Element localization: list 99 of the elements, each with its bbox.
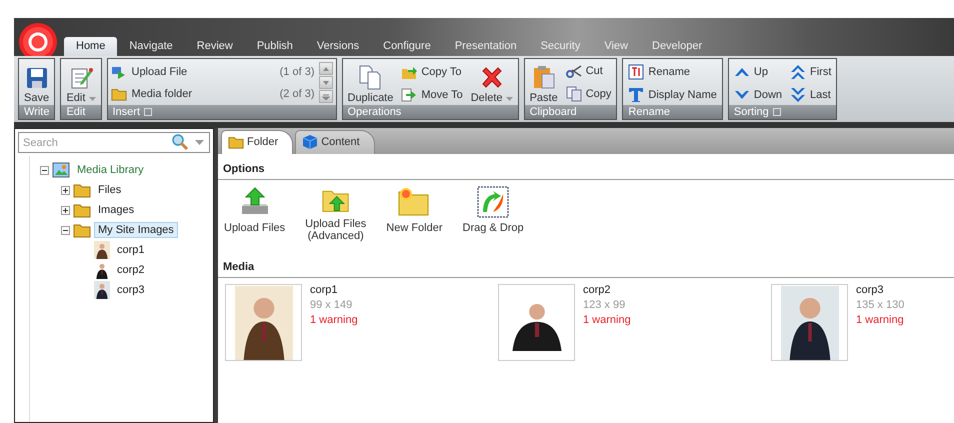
ribbon-tab[interactable]: Review (184, 37, 245, 56)
section-heading: Options (218, 154, 954, 180)
media-dimensions: 123 x 99 (583, 299, 626, 311)
ribbon-button[interactable]: Paste (528, 61, 560, 105)
tree-item[interactable]: Files (94, 182, 126, 198)
move-to-icon (401, 88, 418, 102)
ribbon-button[interactable]: Move To (399, 88, 465, 102)
item-count: (2 of 3) (280, 88, 314, 100)
ribbon-tab[interactable]: Home (64, 37, 118, 56)
media-name: corp3 (856, 284, 885, 296)
more-button[interactable] (318, 90, 332, 103)
tree-item[interactable]: My Site Images (94, 222, 178, 238)
item-label: Upload File (132, 66, 188, 78)
media-name: corp2 (583, 284, 612, 296)
ribbon-tab[interactable]: Versions (304, 37, 372, 56)
warning-text: 1 warning (856, 314, 904, 326)
group-label: Edit (66, 106, 86, 118)
ribbon-button[interactable]: First (788, 64, 834, 80)
section-heading: Media (218, 252, 954, 278)
folder-icon (228, 134, 244, 150)
ribbon-button[interactable]: Display Name (626, 86, 719, 102)
thumbnail[interactable] (225, 284, 302, 361)
ribbon-button[interactable]: Copy (564, 86, 614, 102)
double-up-arrow-icon (790, 64, 806, 80)
option-button[interactable]: Upload Files (Advanced) (305, 186, 366, 242)
ribbon-tab[interactable]: Publish (244, 37, 305, 56)
warning-text: 1 warning (310, 314, 358, 326)
thumbnail[interactable] (498, 284, 575, 361)
down-arrow-icon (734, 88, 750, 100)
scroll-up-button[interactable] (318, 62, 332, 75)
collapse-icon[interactable] (61, 226, 70, 234)
scissors-icon (566, 64, 582, 78)
delete-icon (480, 66, 504, 90)
caret-icon (195, 140, 204, 145)
option-button[interactable]: New Folder (386, 186, 443, 242)
letter-t-icon (628, 86, 644, 102)
scroll-down-button[interactable] (318, 76, 332, 89)
collapse-icon[interactable] (40, 166, 49, 174)
group-label: Sorting (734, 106, 769, 118)
new-folder-icon (397, 186, 432, 218)
ribbon-tab[interactable]: Presentation (442, 37, 529, 56)
ribbon-button[interactable]: Delete (468, 61, 515, 105)
cube-icon (302, 134, 318, 150)
search-icon (172, 134, 188, 150)
paste-icon (532, 64, 556, 90)
copy-icon (566, 86, 582, 102)
group-label: Operations (348, 106, 402, 118)
ribbon-tab[interactable]: Navigate (117, 37, 185, 56)
expand-icon[interactable] (61, 206, 70, 214)
option-button[interactable]: Drag & Drop (462, 186, 524, 242)
scroll-down-icon (322, 80, 330, 86)
content-tab[interactable]: Content (295, 130, 375, 154)
tree-item[interactable]: Images (94, 202, 138, 218)
gallery-item[interactable]: Media folder (2 of 3) (110, 86, 314, 102)
tree-item[interactable]: corp2 (113, 262, 149, 278)
gallery-item[interactable]: Upload File (1 of 3) (110, 64, 314, 78)
group-label: Insert (112, 106, 140, 118)
upload-icon (110, 64, 126, 78)
double-down-arrow-icon (790, 86, 806, 102)
image-library-icon (52, 162, 70, 178)
dialog-launcher-icon[interactable] (772, 108, 781, 116)
ribbon-tab[interactable]: Configure (371, 37, 443, 56)
copy-to-icon (401, 64, 418, 78)
content-tab[interactable]: Folder (221, 130, 294, 154)
ribbon-button[interactable]: Duplicate (346, 61, 396, 105)
item-label: Media folder (132, 88, 192, 100)
group-label: Write (24, 106, 50, 118)
tree-item[interactable]: corp3 (113, 282, 149, 298)
duplicate-icon (357, 64, 384, 90)
up-arrow-icon (734, 66, 750, 78)
ribbon-button[interactable]: Up (732, 66, 784, 78)
notepad-pencil-icon (68, 66, 93, 90)
dialog-launcher-icon[interactable] (144, 108, 152, 116)
ribbon-button[interactable]: Save (22, 61, 52, 105)
rename-icon (628, 64, 644, 80)
scroll-up-icon (322, 66, 330, 72)
ribbon-button[interactable]: Rename (626, 64, 719, 80)
group-label: Clipboard (530, 106, 577, 118)
thumbnail[interactable] (771, 284, 848, 361)
media-dimensions: 99 x 149 (310, 299, 354, 311)
ribbon-tab[interactable]: Developer (640, 37, 714, 56)
search-field[interactable]: Search (18, 132, 210, 153)
item-count: (1 of 3) (280, 66, 314, 78)
ribbon-button[interactable]: Down (732, 88, 784, 100)
tree-item[interactable]: corp1 (113, 242, 149, 258)
ribbon-button[interactable]: Edit (64, 61, 98, 105)
more-icon (322, 94, 330, 100)
warning-text: 1 warning (583, 314, 631, 326)
ribbon-button[interactable]: Copy To (399, 64, 465, 78)
drag-drop-icon (477, 186, 510, 218)
option-button[interactable]: Upload Files (224, 186, 286, 242)
media-name: corp1 (310, 284, 339, 296)
ribbon-button[interactable]: Cut (564, 64, 614, 78)
group-label: Rename (628, 106, 670, 118)
media-dimensions: 135 x 130 (856, 299, 904, 311)
expand-icon[interactable] (61, 186, 70, 194)
tree-item[interactable]: Media Library (73, 162, 148, 178)
save-icon (24, 66, 49, 90)
ribbon-button[interactable]: Last (788, 86, 834, 102)
